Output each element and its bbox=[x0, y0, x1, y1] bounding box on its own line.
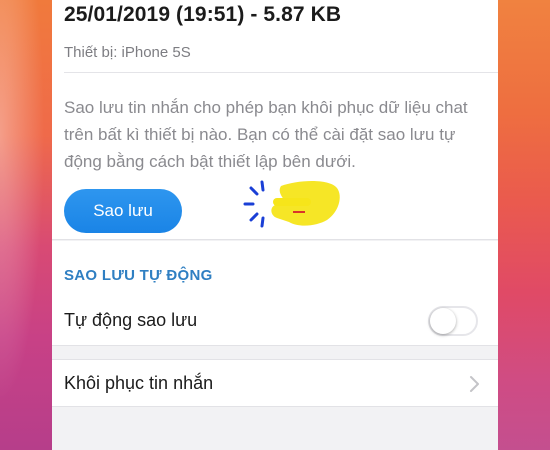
restore-messages-row[interactable]: Khôi phục tin nhắn bbox=[52, 359, 498, 407]
divider bbox=[64, 72, 498, 73]
wallpaper-right bbox=[498, 0, 550, 450]
chevron-right-icon bbox=[470, 376, 479, 392]
backup-button[interactable]: Sao lưu bbox=[64, 189, 182, 233]
backup-settings-screen: 25/01/2019 (19:51) - 5.87 KB Thiết bị: i… bbox=[52, 0, 498, 450]
device-label: Thiết bị: iPhone 5S bbox=[64, 44, 191, 61]
section-title-auto-backup: SAO LƯU TỰ ĐỘNG bbox=[64, 267, 213, 284]
restore-messages-label: Khôi phục tin nhắn bbox=[64, 373, 214, 393]
tap-highlight-icon bbox=[243, 180, 340, 228]
backup-date-size: 25/01/2019 (19:51) - 5.87 KB bbox=[64, 3, 342, 26]
auto-backup-label: Tự động sao lưu bbox=[64, 310, 198, 330]
backup-description: Sao lưu tin nhắn cho phép bạn khôi phục … bbox=[64, 98, 468, 171]
auto-backup-toggle[interactable] bbox=[428, 306, 478, 336]
auto-backup-row[interactable]: Tự động sao lưu bbox=[52, 296, 498, 346]
wallpaper-left bbox=[0, 0, 52, 450]
backup-info-card: 25/01/2019 (19:51) - 5.87 KB Thiết bị: i… bbox=[52, 0, 498, 240]
toggle-knob bbox=[430, 308, 456, 334]
